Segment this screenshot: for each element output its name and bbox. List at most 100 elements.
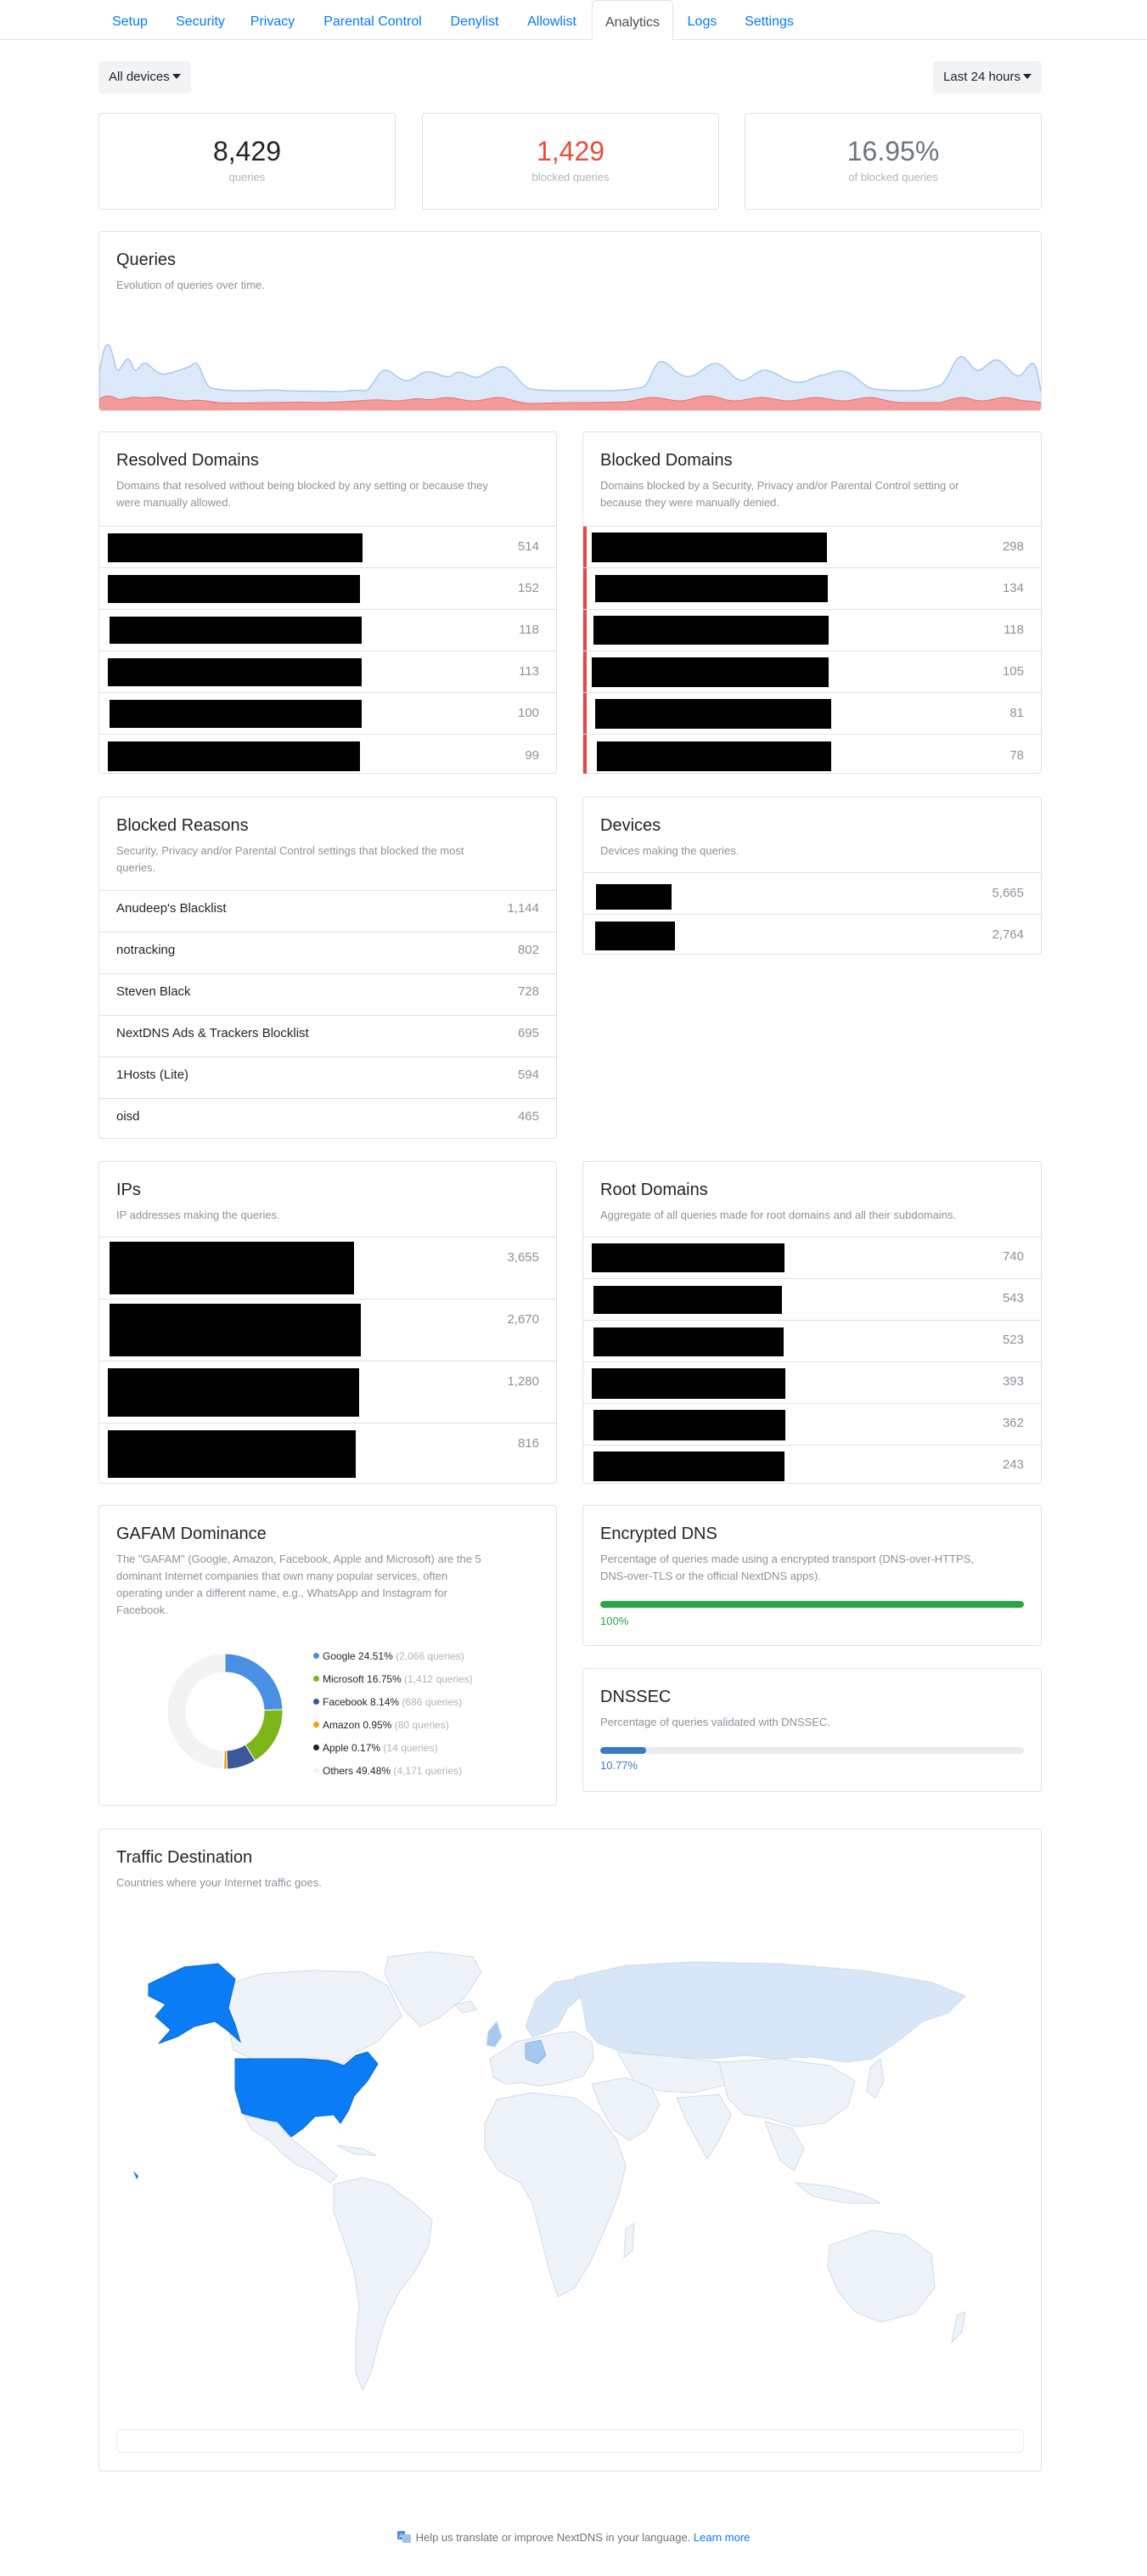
ips-card: IPs IP addresses making the queries. 3,6… — [98, 1161, 557, 1484]
tab-denylist[interactable]: Denylist — [441, 0, 509, 40]
legend-item-microsoft: Microsoft 16.75% (1,412 queries) — [313, 1673, 473, 1685]
africa — [484, 2092, 627, 2297]
row-value: 2,764 — [992, 927, 1024, 942]
reason-value: 594 — [517, 1068, 539, 1082]
row-value: 105 — [1002, 664, 1024, 679]
divider — [99, 1015, 556, 1016]
reason-value: 802 — [517, 943, 539, 957]
row-value: 100 — [517, 706, 539, 720]
tab-parental-control[interactable]: Parental Control — [313, 0, 432, 40]
divider — [99, 692, 556, 693]
dot-icon — [313, 1722, 319, 1728]
reason-value: 1,144 — [507, 901, 539, 916]
caret-down-icon — [171, 74, 181, 79]
divider — [99, 609, 556, 610]
redacted-domain — [108, 533, 363, 562]
canada — [228, 1970, 402, 2065]
row-value: 362 — [1002, 1416, 1024, 1430]
redacted-domain — [592, 533, 827, 562]
learn-more-link[interactable]: Learn more — [694, 2531, 750, 2544]
row-value: 543 — [1002, 1291, 1024, 1305]
row-value: 243 — [1002, 1457, 1024, 1472]
caret-down-icon — [1023, 74, 1032, 79]
divider — [583, 1403, 1041, 1404]
row-value: 514 — [517, 539, 539, 554]
redacted-domain — [595, 575, 828, 602]
device-filter-label: All devices — [109, 70, 170, 84]
tab-privacy[interactable]: Privacy — [242, 0, 303, 40]
tab-settings[interactable]: Settings — [734, 0, 805, 40]
japan — [866, 2058, 885, 2099]
reason-label: 1Hosts (Lite) — [116, 1068, 189, 1082]
divider — [99, 890, 556, 891]
gafam-legend: Google 24.51% (2,066 queries) Microsoft … — [313, 1650, 534, 1786]
reason-label: oisd — [116, 1109, 140, 1124]
tab-analytics[interactable]: Analytics — [592, 0, 673, 41]
card-description: Security, Privacy and/or Parental Contro… — [116, 844, 464, 874]
reason-label: notracking — [116, 943, 176, 957]
progress-fill — [600, 1747, 646, 1754]
divider — [99, 734, 556, 735]
blocked-reasons-card: Blocked Reasons Security, Privacy and/or… — [98, 797, 557, 1139]
divider — [583, 1320, 1041, 1321]
dot-icon — [313, 1745, 319, 1750]
donut-slice-microsoft — [245, 1709, 284, 1761]
time-range-dropdown[interactable]: Last 24 hours — [933, 61, 1042, 93]
redacted-domain — [595, 699, 831, 729]
card-description: Domains blocked by a Security, Privacy a… — [600, 479, 959, 509]
dot-icon — [313, 1676, 319, 1682]
reason-value: 728 — [517, 984, 539, 999]
divider — [583, 526, 1041, 527]
legend-item-amazon: Amazon 0.95% (80 queries) — [313, 1719, 449, 1731]
stat-value: 8,429 — [212, 136, 282, 166]
footer: A Help us translate or improve NextDNS i… — [0, 2531, 1147, 2544]
tab-logs[interactable]: Logs — [679, 0, 725, 40]
row-value: 118 — [519, 623, 539, 637]
card-description: Countries where your Internet traffic go… — [116, 1876, 322, 1889]
card-title: IPs — [116, 1181, 141, 1199]
queries-card: Queries Evolution of queries over time. — [98, 231, 1042, 411]
devices-card: Devices Devices making the queries. 5,66… — [582, 797, 1042, 955]
row-value: 134 — [1002, 581, 1024, 595]
card-description: The "GAFAM" (Google, Amazon, Facebook, A… — [116, 1553, 481, 1616]
redacted-device — [596, 884, 672, 910]
divider — [583, 692, 1041, 693]
tab-setup[interactable]: Setup — [100, 0, 160, 40]
device-filter-dropdown[interactable]: All devices — [98, 61, 191, 93]
legend-item-facebook: Facebook 8.14% (686 queries) — [313, 1696, 462, 1708]
card-description: Evolution of queries over time. — [116, 279, 265, 291]
card-description: IP addresses making the queries. — [116, 1209, 280, 1221]
russia — [574, 1961, 966, 2063]
traffic-destination-card: Traffic Destination Countries where your… — [98, 1829, 1042, 2472]
alaska — [148, 1963, 241, 2044]
card-title: Queries — [116, 251, 177, 269]
card-title: Blocked Domains — [600, 451, 733, 470]
redacted-ip — [110, 1304, 361, 1356]
row-value: 3,655 — [507, 1250, 539, 1265]
redacted-domain — [108, 658, 362, 686]
card-title: Resolved Domains — [116, 451, 259, 470]
card-description: Domains that resolved without being bloc… — [116, 479, 488, 509]
redacted-domain — [593, 616, 829, 645]
redacted-domain — [593, 1327, 784, 1356]
row-value: 118 — [1004, 623, 1024, 637]
divider — [583, 1361, 1041, 1362]
card-title: Encrypted DNS — [600, 1525, 717, 1543]
queries-area-chart — [99, 343, 1041, 410]
legend-item-google: Google 24.51% (2,066 queries) — [313, 1650, 464, 1662]
dot-icon — [313, 1653, 319, 1659]
reason-label: Steven Black — [116, 984, 191, 999]
row-value: 78 — [1009, 748, 1024, 763]
translate-icon: A — [396, 2531, 411, 2543]
scandinavia — [525, 1978, 584, 2038]
tab-security[interactable]: Security — [167, 0, 233, 40]
card-title: Traffic Destination — [116, 1848, 253, 1867]
donut-slice-google — [224, 1653, 284, 1711]
world-map — [133, 1951, 966, 2392]
tab-allowlist[interactable]: Allowlist — [517, 0, 587, 40]
caribbean — [336, 2145, 377, 2156]
card-description: Percentage of queries made using a encry… — [600, 1553, 975, 1582]
redacted-domain — [593, 1451, 784, 1481]
redacted-domain — [108, 575, 360, 603]
dot-icon — [313, 1767, 319, 1773]
